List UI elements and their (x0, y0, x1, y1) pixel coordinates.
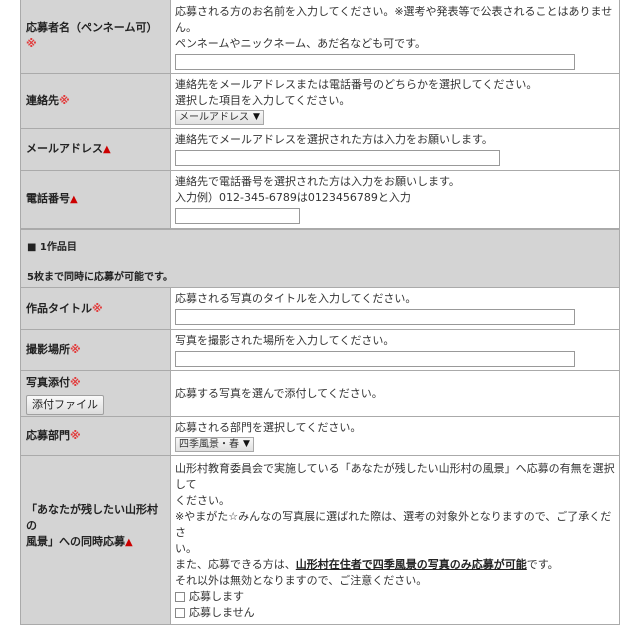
location-help: 写真を撮影された場所を入力してください。 (175, 334, 395, 347)
work-title-cell: 応募される写真のタイトルを入力してください。 (170, 287, 620, 330)
phone-header: 電話番号▲ (20, 170, 171, 229)
attach-file-button[interactable]: 添付ファイル (26, 395, 104, 415)
contact-form-table: 応募者名（ペンネーム可） ※ 応募される方のお名前を入力してください。※選考や発表… (20, 0, 620, 229)
phone-label: 電話番号 (26, 192, 70, 205)
option-apply-row[interactable]: 応募します (175, 589, 615, 605)
phone-help-1: 連絡先で電話番号を選択された方は入力をお願いします。 (175, 175, 460, 188)
simultaneous-text-6: それ以外は無効となりますので、ご注意ください。 (175, 574, 428, 587)
not-apply-checkbox[interactable] (175, 608, 185, 618)
phone-input[interactable] (175, 208, 300, 224)
work-title-help: 応募される写真のタイトルを入力してください。 (175, 292, 417, 305)
contact-method-value: メールアドレス (179, 112, 249, 123)
row-pen-name: 応募者名（ペンネーム可） ※ 応募される方のお名前を入力してください。※選考や発表… (20, 0, 620, 74)
simultaneous-emphasis: 山形村在住者で四季風景の写真のみ応募が可能 (295, 558, 527, 571)
simultaneous-cell: 山形村教育委員会で実施している「あなたが残したい山形村の風景」へ応募の有無を選択… (170, 455, 620, 625)
simultaneous-label-2: 風景」への同時応募 (26, 534, 125, 548)
required-mark: ※ (70, 376, 81, 389)
location-label: 撮影場所 (26, 343, 70, 356)
simultaneous-text-3: ※やまがた☆みんなの写真展に選ばれた際は、選考の対象外となりますので、ご了承くだ… (175, 510, 612, 539)
attach-cell: 応募する写真を選んで添付してください。 (170, 370, 620, 417)
triangle-mark-icon: ▲ (70, 194, 78, 205)
email-input[interactable] (175, 150, 500, 166)
required-mark: ※ (26, 37, 37, 50)
row-work-title: 作品タイトル※ 応募される写真のタイトルを入力してください。 (20, 287, 620, 330)
not-apply-label: 応募しません (189, 606, 255, 619)
pen-name-cell: 応募される方のお名前を入力してください。※選考や発表等で公表されることはありませ… (170, 0, 620, 74)
triangle-mark-icon: ▲ (125, 536, 133, 548)
work1-form-table: 作品タイトル※ 応募される写真のタイトルを入力してください。 撮影場所※ 写真を… (20, 287, 620, 625)
location-header: 撮影場所※ (20, 329, 171, 371)
email-header: メールアドレス▲ (20, 128, 171, 171)
contact-header: 連絡先※ (20, 73, 171, 129)
row-contact: 連絡先※ 連絡先をメールアドレスまたは電話番号のどちらかを選択してください。 選… (20, 73, 620, 129)
category-cell: 応募される部門を選択してください。 四季風景・春 ▼ (170, 416, 620, 456)
email-label: メールアドレス (26, 142, 103, 155)
simultaneous-text-2: ください。 (175, 494, 230, 507)
pen-name-header: 応募者名（ペンネーム可） ※ (20, 0, 171, 74)
required-mark: ※ (59, 94, 70, 107)
option-not-apply-row[interactable]: 応募しません (175, 605, 615, 621)
row-email: メールアドレス▲ 連絡先でメールアドレスを選択された方は入力をお願いします。 (20, 128, 620, 171)
simultaneous-text-5: また、応募できる方は、山形村在住者で四季風景の写真のみ応募が可能です。 (175, 557, 615, 573)
location-input[interactable] (175, 351, 575, 367)
work1-section-header: ■ 1作品目 5枚まで同時に応募が可能です。 (20, 229, 620, 288)
pen-name-input[interactable] (175, 54, 575, 70)
contact-label: 連絡先 (26, 94, 59, 107)
work-title-header: 作品タイトル※ (20, 287, 171, 330)
row-location: 撮影場所※ 写真を撮影された場所を入力してください。 (20, 329, 620, 371)
location-cell: 写真を撮影された場所を入力してください。 (170, 329, 620, 371)
simultaneous-text-1: 山形村教育委員会で実施している「あなたが残したい山形村の風景」へ応募の有無を選択… (175, 462, 615, 491)
work1-note: 5枚まで同時に応募が可能です。 (27, 272, 173, 283)
required-mark: ※ (92, 301, 103, 315)
contact-method-select[interactable]: メールアドレス ▼ (175, 110, 264, 125)
chevron-down-icon: ▼ (253, 112, 260, 122)
simultaneous-text-4: い。 (175, 542, 197, 555)
required-mark: ※ (70, 429, 81, 442)
work-title-label: 作品タイトル (26, 301, 92, 315)
row-simultaneous: 「あなたが残したい山形村の 風景」への同時応募▲ 山形村教育委員会で実施している… (20, 455, 620, 625)
row-category: 応募部門※ 応募される部門を選択してください。 四季風景・春 ▼ (20, 416, 620, 456)
phone-cell: 連絡先で電話番号を選択された方は入力をお願いします。 入力例）012-345-6… (170, 170, 620, 229)
pen-name-help-2: ペンネームやニックネーム、あだ名なども可です。 (175, 37, 427, 50)
email-cell: 連絡先でメールアドレスを選択された方は入力をお願いします。 (170, 128, 620, 171)
contact-help-2: 選択した項目を入力してください。 (175, 94, 351, 107)
simultaneous-text-5-pre: また、応募できる方は、 (175, 558, 296, 571)
work1-title: ■ 1作品目 (27, 242, 77, 253)
simultaneous-text-5-post: です。 (526, 558, 559, 571)
attach-header: 写真添付※ 添付ファイル (20, 370, 171, 417)
row-attach: 写真添付※ 添付ファイル 応募する写真を選んで添付してください。 (20, 370, 620, 417)
pen-name-label: 応募者名（ペンネーム可） (26, 21, 158, 34)
attach-label: 写真添付 (26, 376, 70, 389)
triangle-mark-icon: ▲ (103, 144, 111, 155)
simultaneous-label-1: 「あなたが残したい山形村の (26, 502, 158, 532)
simultaneous-header: 「あなたが残したい山形村の 風景」への同時応募▲ (20, 455, 171, 625)
email-help: 連絡先でメールアドレスを選択された方は入力をお願いします。 (175, 133, 493, 146)
apply-label: 応募します (189, 590, 244, 603)
contact-cell: 連絡先をメールアドレスまたは電話番号のどちらかを選択してください。 選択した項目… (170, 73, 620, 129)
contact-help-1: 連絡先をメールアドレスまたは電話番号のどちらかを選択してください。 (175, 78, 538, 91)
required-mark: ※ (70, 343, 81, 356)
category-label: 応募部門 (26, 429, 70, 442)
category-help: 応募される部門を選択してください。 (175, 421, 362, 434)
row-phone: 電話番号▲ 連絡先で電話番号を選択された方は入力をお願いします。 入力例）012… (20, 170, 620, 229)
phone-help-2: 入力例）012-345-6789は0123456789と入力 (175, 191, 411, 204)
work-title-input[interactable] (175, 309, 575, 325)
category-value: 四季風景・春 (179, 439, 239, 450)
attach-help: 応募する写真を選んで添付してください。 (175, 386, 383, 400)
category-select[interactable]: 四季風景・春 ▼ (175, 437, 254, 452)
chevron-down-icon: ▼ (243, 439, 250, 449)
category-header: 応募部門※ (20, 416, 171, 456)
pen-name-help-1: 応募される方のお名前を入力してください。※選考や発表等で公表されることはありませ… (175, 5, 613, 34)
apply-checkbox[interactable] (175, 592, 185, 602)
